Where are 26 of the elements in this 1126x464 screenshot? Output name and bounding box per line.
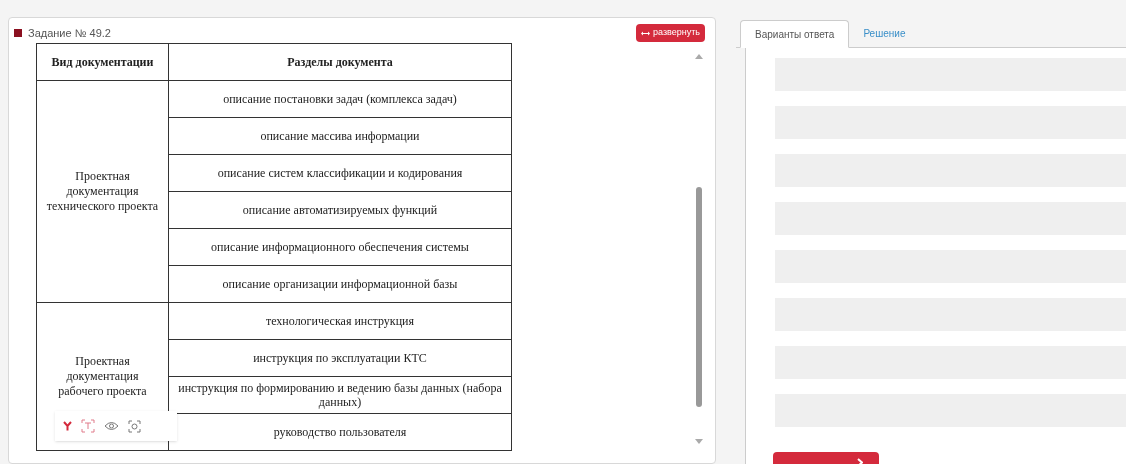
table-cell: описание постановки задач (комплекса задач) [168,80,512,118]
table-cell: описание массива информации [168,117,512,155]
table-cell: технологическая инструкция [168,302,512,340]
camera-icon[interactable] [128,419,141,433]
table-cell: описание систем классификации и кодирования [168,154,512,192]
column-header: Вид документации [36,43,169,81]
column-header: Разделы документа [168,43,512,81]
task-title: Задание № 49.2 [28,25,111,41]
table-cell: описание информационного обеспечения системы [168,228,512,266]
table-cell: описание автоматизируемых функций [168,191,512,229]
text-frame-icon[interactable] [81,419,95,433]
fork-icon[interactable] [63,421,72,431]
scrollbar-track[interactable] [695,53,703,445]
eye-icon[interactable] [104,421,119,431]
scroll-down-icon[interactable] [695,439,703,445]
scroll-up-icon[interactable] [695,53,703,59]
double-arrow-icon [641,30,650,36]
expand-button[interactable]: развернуть [636,24,705,42]
chevron-right-icon [857,457,863,464]
tab[interactable]: Решение [849,19,920,47]
table-cell: инструкция по эксплуатации КТС [168,339,512,377]
table-cell: Проектная документация технического проекта [36,80,169,303]
tab[interactable]: Варианты ответа [740,20,850,48]
scrollbar-thumb[interactable] [696,187,702,407]
task-marker-icon [14,29,22,37]
table-cell: описание организации информационной базы [168,265,512,303]
